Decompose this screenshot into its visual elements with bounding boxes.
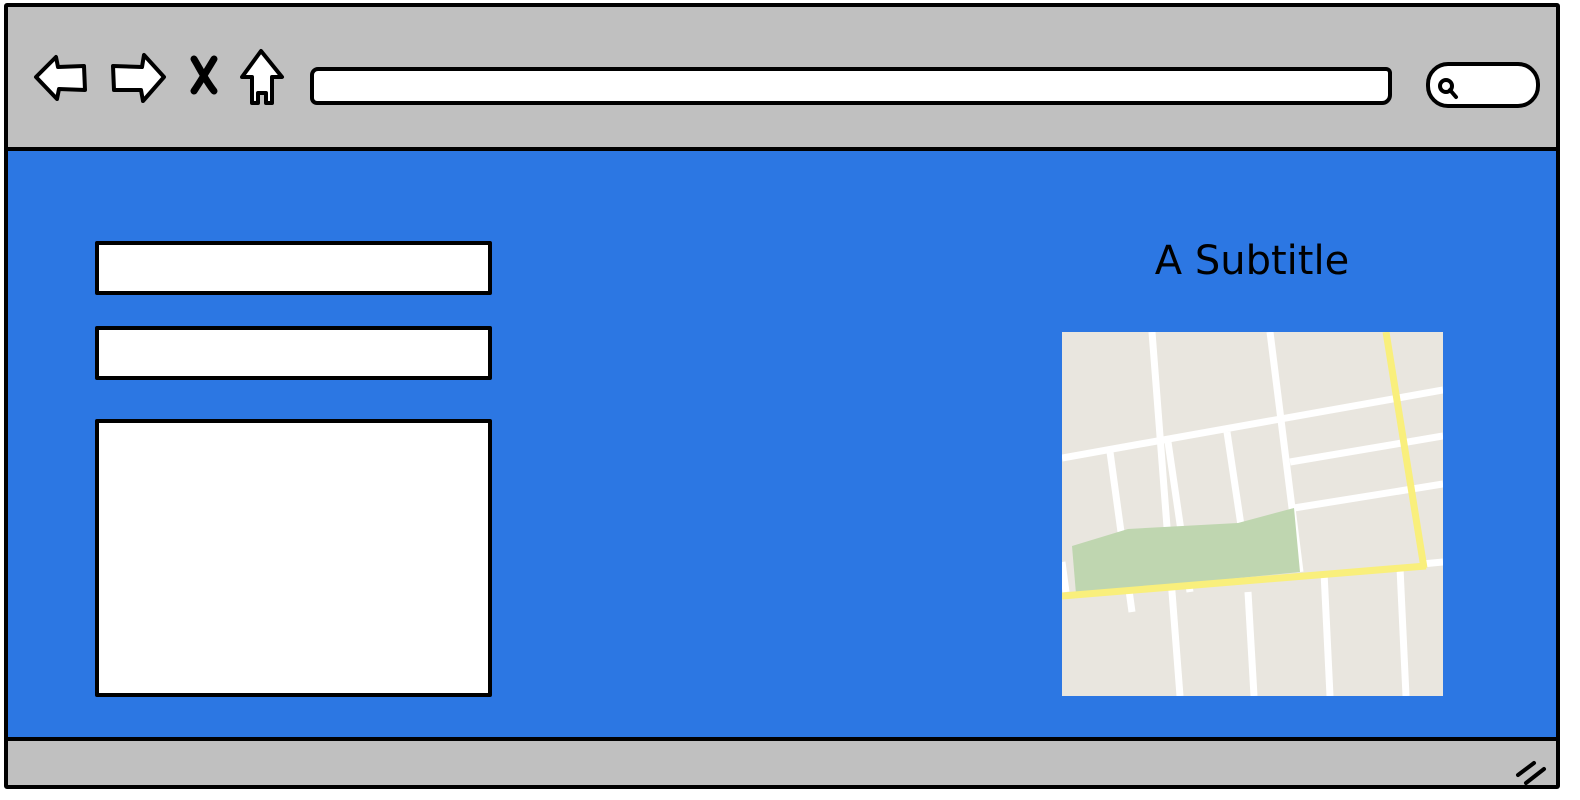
text-area[interactable] bbox=[95, 419, 492, 697]
close-icon[interactable] bbox=[186, 47, 226, 107]
browser-toolbar bbox=[8, 7, 1556, 147]
address-bar[interactable] bbox=[310, 67, 1392, 105]
map-view[interactable] bbox=[1062, 332, 1443, 696]
text-field-1[interactable] bbox=[95, 241, 492, 295]
page-subtitle: A Subtitle bbox=[1154, 238, 1350, 284]
status-bar bbox=[8, 741, 1556, 787]
text-field-2[interactable] bbox=[95, 326, 492, 380]
forward-arrow-icon[interactable] bbox=[108, 47, 168, 107]
page-content: A Subtitle bbox=[8, 147, 1556, 741]
search-input[interactable] bbox=[1426, 62, 1540, 108]
home-icon[interactable] bbox=[236, 47, 288, 107]
browser-window: A Subtitle bbox=[4, 3, 1560, 789]
search-icon bbox=[1438, 78, 1458, 99]
resize-grip-icon[interactable] bbox=[1514, 757, 1548, 787]
back-arrow-icon[interactable] bbox=[32, 47, 92, 107]
